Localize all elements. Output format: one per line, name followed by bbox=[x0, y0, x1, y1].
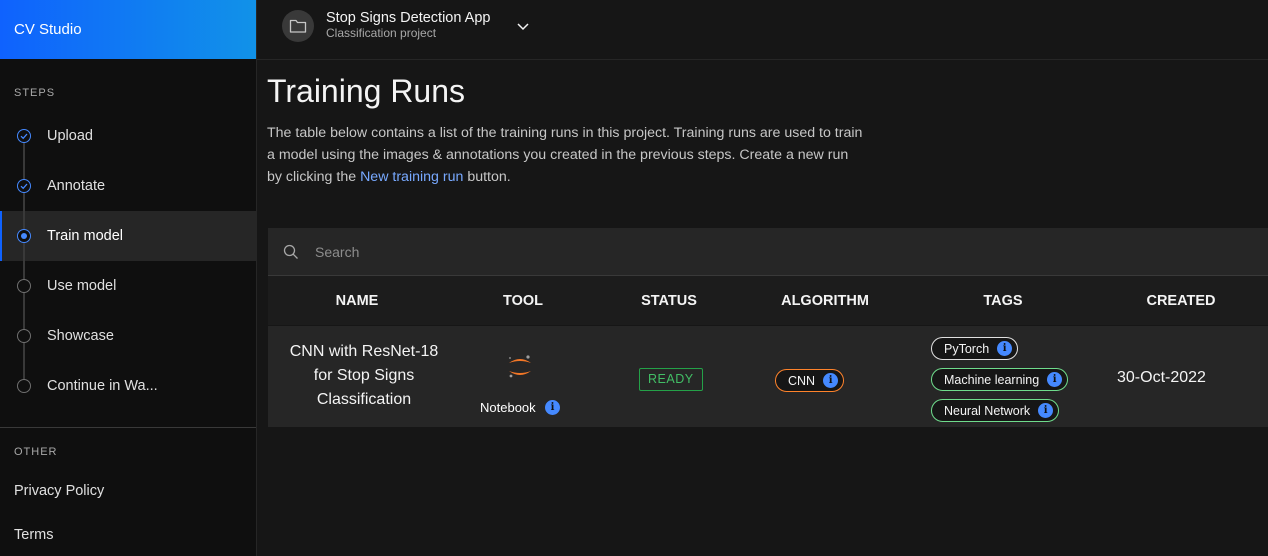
pending-step-icon bbox=[17, 379, 31, 393]
step-label: Use model bbox=[47, 278, 117, 294]
app-root: CV Studio STEPS Upload Annotate Train mo… bbox=[0, 0, 1268, 556]
brand-logo[interactable]: CV Studio bbox=[0, 0, 256, 59]
info-icon[interactable]: i bbox=[1038, 403, 1054, 418]
chevron-down-icon[interactable] bbox=[515, 18, 531, 34]
step-label: Continue in Wa... bbox=[47, 378, 158, 394]
algorithm-label: CNN bbox=[788, 373, 816, 388]
folder-icon[interactable] bbox=[282, 10, 314, 42]
step-upload[interactable]: Upload bbox=[0, 111, 256, 161]
project-name: Stop Signs Detection App bbox=[326, 10, 491, 26]
step-showcase[interactable]: Showcase bbox=[0, 311, 256, 361]
info-icon[interactable]: i bbox=[1047, 372, 1063, 387]
tag-label: Neural Network bbox=[944, 403, 1031, 418]
new-training-run-link[interactable]: New training run bbox=[360, 169, 463, 185]
column-header-status[interactable]: STATUS bbox=[641, 293, 697, 309]
step-label: Annotate bbox=[47, 178, 106, 194]
algorithm-tag[interactable]: CNN i bbox=[775, 369, 845, 392]
pending-step-icon bbox=[17, 279, 31, 293]
tag-pytorch[interactable]: PyTorch i bbox=[931, 337, 1019, 360]
tool-label: Notebook bbox=[480, 400, 536, 415]
jupyter-notebook-icon bbox=[509, 355, 531, 378]
description-text: The table below contains a list of the t… bbox=[267, 125, 863, 185]
main-content: Training Runs The table below contains a… bbox=[257, 61, 1268, 556]
column-header-tool[interactable]: TOOL bbox=[503, 293, 543, 309]
tag-label: Machine learning bbox=[944, 372, 1040, 387]
tag-neural-network[interactable]: Neural Network i bbox=[931, 399, 1060, 422]
search-input[interactable] bbox=[315, 243, 715, 260]
step-use-model[interactable]: Use model bbox=[0, 261, 256, 311]
steps-list: Upload Annotate Train model Use model Sh… bbox=[0, 111, 256, 411]
page-title: Training Runs bbox=[267, 73, 466, 109]
checkmark-icon bbox=[17, 129, 31, 143]
privacy-policy-link[interactable]: Privacy Policy bbox=[14, 483, 104, 499]
training-runs-table: NAME TOOL STATUS ALGORITHM TAGS CREATED … bbox=[268, 228, 1268, 427]
pending-step-icon bbox=[17, 329, 31, 343]
top-header: Stop Signs Detection App Classification … bbox=[257, 0, 1268, 60]
step-label: Upload bbox=[47, 128, 93, 144]
sidebar-divider bbox=[0, 427, 256, 428]
steps-section-label: STEPS bbox=[14, 87, 56, 99]
page-description: The table below contains a list of the t… bbox=[267, 122, 867, 188]
table-row[interactable]: CNN with ResNet-18 for Stop Signs Classi… bbox=[268, 325, 1268, 427]
current-step-icon bbox=[17, 229, 31, 243]
other-section-label: OTHER bbox=[14, 446, 58, 458]
info-icon[interactable]: i bbox=[545, 400, 560, 415]
step-continue[interactable]: Continue in Wa... bbox=[0, 361, 256, 411]
checkmark-icon bbox=[17, 179, 31, 193]
column-header-algorithm[interactable]: ALGORITHM bbox=[781, 293, 869, 309]
column-header-name[interactable]: NAME bbox=[336, 293, 379, 309]
description-text-end: button. bbox=[463, 169, 511, 185]
terms-link[interactable]: Terms bbox=[14, 527, 53, 543]
project-type: Classification project bbox=[326, 26, 437, 40]
sidebar: CV Studio STEPS Upload Annotate Train mo… bbox=[0, 0, 257, 556]
column-header-tags[interactable]: TAGS bbox=[983, 293, 1022, 309]
info-icon[interactable]: i bbox=[823, 373, 839, 388]
table-header: NAME TOOL STATUS ALGORITHM TAGS CREATED bbox=[268, 276, 1268, 325]
search-icon bbox=[283, 244, 298, 259]
tag-machine-learning[interactable]: Machine learning i bbox=[931, 368, 1069, 391]
table-search-bar bbox=[268, 228, 1268, 276]
run-name[interactable]: CNN with ResNet-18 for Stop Signs Classi… bbox=[284, 340, 444, 412]
step-label: Train model bbox=[47, 228, 124, 244]
step-train-model[interactable]: Train model bbox=[0, 211, 256, 261]
tag-label: PyTorch bbox=[944, 341, 990, 356]
status-badge: READY bbox=[639, 368, 703, 391]
column-header-created[interactable]: CREATED bbox=[1146, 293, 1215, 309]
step-annotate[interactable]: Annotate bbox=[0, 161, 256, 211]
created-date: 30-Oct-2022 bbox=[1117, 369, 1206, 386]
step-label: Showcase bbox=[47, 328, 114, 344]
info-icon[interactable]: i bbox=[997, 341, 1013, 356]
